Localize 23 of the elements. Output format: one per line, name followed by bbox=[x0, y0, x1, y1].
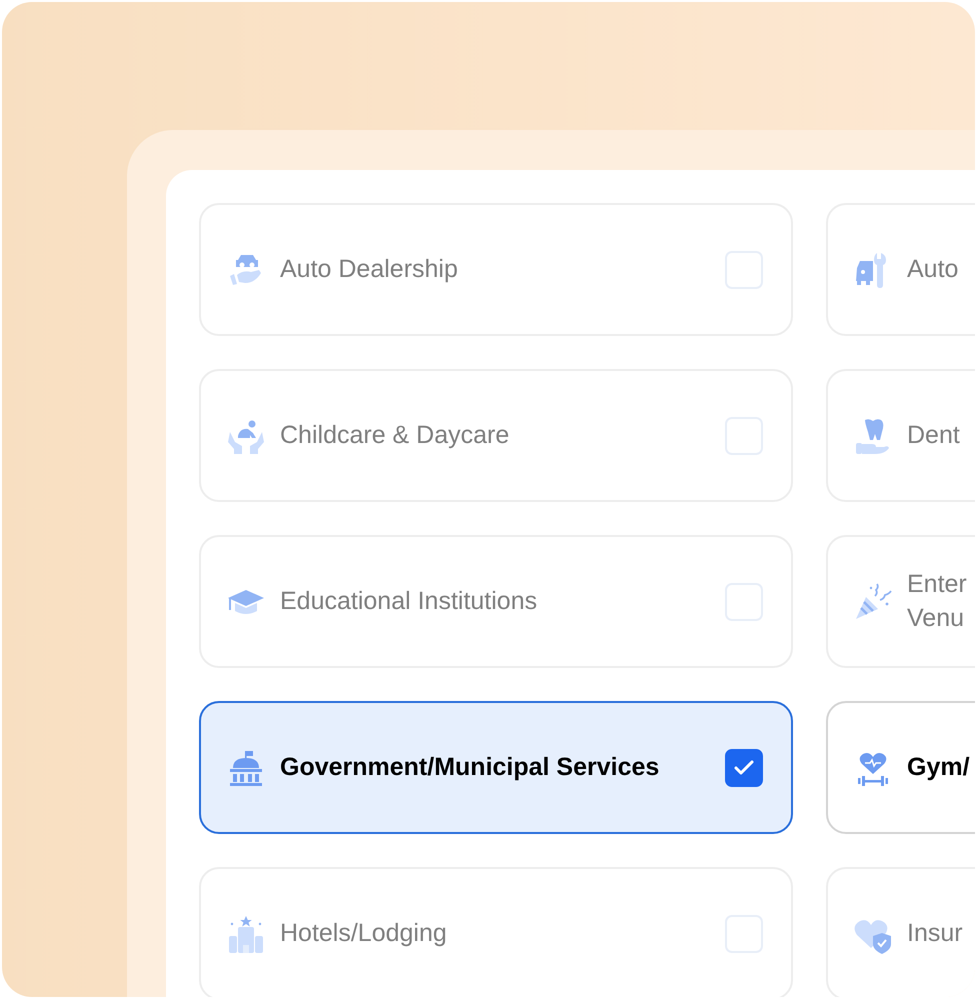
category-label: Auto bbox=[907, 254, 960, 285]
category-label: Insur bbox=[907, 918, 964, 949]
category-label: Government/Municipal Services bbox=[280, 752, 660, 783]
category-card[interactable]: Enter Venu bbox=[826, 535, 975, 668]
selected-category-card[interactable]: Government/Municipal Services bbox=[199, 701, 793, 834]
checkbox[interactable] bbox=[725, 748, 763, 786]
category-card[interactable]: Gym/ bbox=[826, 701, 975, 834]
category-label: Auto Dealership bbox=[280, 254, 459, 285]
category-card[interactable]: Dent bbox=[826, 369, 975, 502]
category-label: Hotels/Lodging bbox=[280, 918, 448, 949]
party-popper-icon bbox=[853, 582, 893, 622]
category-card[interactable]: Insur bbox=[826, 867, 975, 997]
category-card[interactable]: Auto bbox=[826, 203, 975, 336]
category-label: Dent bbox=[907, 420, 961, 451]
category-label: Childcare & Daycare bbox=[280, 420, 510, 451]
category-label: Enter Venu bbox=[907, 568, 968, 634]
category-card[interactable]: Educational Institutions bbox=[199, 535, 793, 668]
category-card[interactable]: Hotels/Lodging bbox=[199, 867, 793, 997]
category-label: Gym/ bbox=[907, 752, 971, 783]
category-label: Educational Institutions bbox=[280, 586, 538, 617]
category-card[interactable]: Childcare & Daycare bbox=[199, 369, 793, 502]
category-card[interactable]: Auto Dealership bbox=[199, 203, 793, 336]
hotel-building-icon bbox=[226, 914, 266, 954]
